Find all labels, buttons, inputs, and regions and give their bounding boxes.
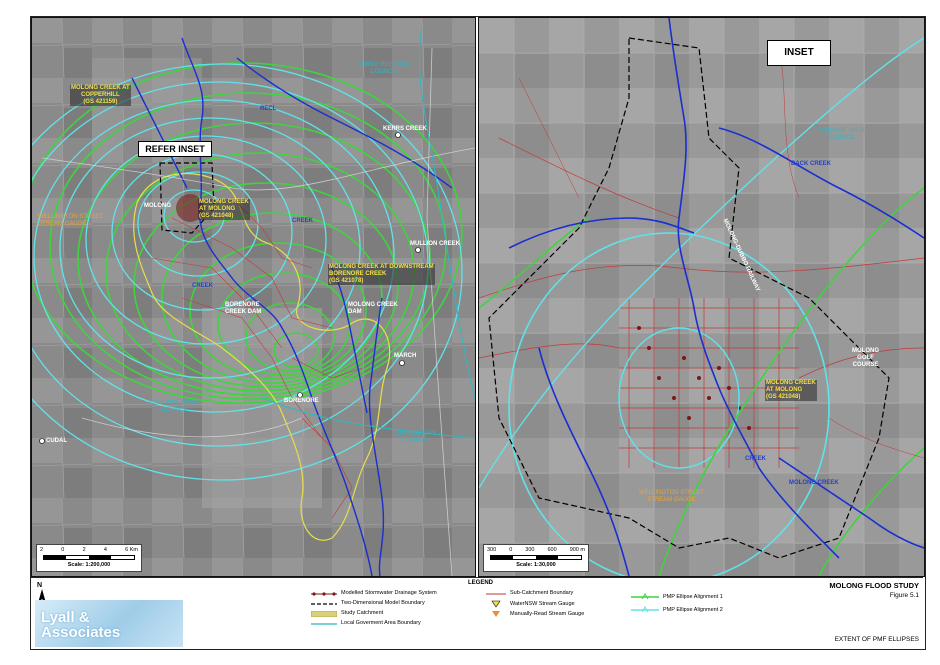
recl-label: RECL: [260, 106, 277, 112]
legend-item-pmp-1: PMP Ellipse Alignment 1: [631, 593, 723, 601]
legend-label: Study Catchment: [341, 610, 384, 616]
cabonne-council-label: CABONNE SHIRE COUNCIL: [150, 400, 200, 413]
legend-title: LEGEND: [468, 580, 494, 586]
inset-title: INSET: [767, 40, 831, 66]
legend-label: Two-Dimensional Model Boundary: [341, 600, 425, 606]
scale-ticks: 300 0 300 600 900 m: [487, 547, 585, 553]
figure-number: Figure 5.1: [889, 592, 919, 599]
cabonne-council-label-inset: CABONNE SHIRE COUNCIL: [817, 128, 867, 141]
north-label: N: [37, 582, 43, 589]
refer-inset-label[interactable]: REFER INSET: [138, 141, 212, 157]
legend-item-lga: Local Goverment Area Boundary: [311, 620, 421, 627]
scale-tick: 2: [82, 547, 86, 553]
scale-tick: 2: [40, 547, 44, 553]
scale-text: Scale: 1:30,000: [516, 562, 556, 568]
back-creek-label: BACK CREEK: [791, 161, 832, 167]
creek-label-2: CREEK: [292, 218, 314, 224]
legend-label: PMP Ellipse Alignment 2: [663, 606, 723, 613]
scale-bar: [43, 555, 135, 560]
scale-tick: 300: [525, 547, 535, 553]
orange-council-label: ORANGE CITY COUNCIL: [395, 431, 437, 444]
dubbo-council-label: DUBBO REGIONAL COUNCIL: [357, 62, 412, 75]
scale-tick: 300: [487, 547, 497, 553]
legend-panel: N Lyall & Associates LEGEND Modelled Sto…: [31, 577, 923, 649]
legend-label: Local Goverment Area Boundary: [341, 620, 421, 626]
molong-creek-dam-label: MOLONG CREEK DAM: [348, 302, 398, 315]
figure-subtitle: EXTENT OF PMF ELLIPSES: [834, 636, 919, 643]
gauge-molong-label-inset: MOLONG CREEK AT MOLONG (GS 421048): [765, 380, 817, 401]
gauge-downstream-label: MOLONG CREEK AT DOWNSTREAM BORENORE CREE…: [328, 264, 435, 285]
scale-bar: [490, 555, 582, 560]
legend-item-study-catchment: Study Catchment: [311, 610, 383, 617]
legend-label: Sub-Catchment Boundary: [510, 590, 574, 596]
legend-item-subcatchment: Sub-Catchment Boundary: [486, 590, 573, 597]
scale-tick: 4: [103, 547, 107, 553]
scale-ticks: 2 0 2 4 6 Km: [40, 547, 138, 553]
molong-creek-label-inset: MOLONG CREEK: [789, 480, 839, 486]
legend-item-2d-boundary: Two-Dimensional Model Boundary: [311, 600, 425, 607]
legend-item-manual-gauge: Manually-Read Stream Gauge: [486, 610, 584, 618]
scale-text: Scale: 1:200,000: [67, 562, 111, 568]
creek-label-inset: CREEK: [745, 456, 767, 462]
cudal-label: CUDAL: [46, 438, 67, 444]
study-title: MOLONG FLOOD STUDY: [829, 581, 919, 590]
legend-item-waternsw-gauge: WaterNSW Stream Gauge: [486, 600, 575, 608]
wellington-gauge-label-inset: WELLINGTON STREET STREAM GAUGE: [639, 490, 704, 503]
legend-item-stormwater: Modelled Stormwater Drainage System: [311, 590, 437, 597]
molong-golf-label: MOLONG GOLF COURSE: [852, 348, 879, 368]
scale-tick: 6 Km: [125, 547, 138, 553]
scale-tick: 600: [547, 547, 557, 553]
borenore-label: BORENORE: [284, 398, 319, 404]
legend-label: WaterNSW Stream Gauge: [510, 600, 575, 607]
gauge-molong-label: MOLONG CREEK AT MOLONG (GS 421048): [198, 199, 250, 220]
legend-label: PMP Ellipse Alignment 1: [663, 593, 723, 600]
title-block: MOLONG FLOOD STUDY Figure 5.1 EXTENT OF …: [779, 578, 923, 649]
legend-label: Modelled Stormwater Drainage System: [341, 590, 437, 596]
kerrs-creek-label: KERRS CREEK: [383, 126, 427, 132]
gauge-copperhill-label: MOLONG CREEK AT COPPERHILL (GS 421159): [70, 85, 131, 106]
molong-town-label: MOLONG: [144, 203, 171, 209]
march-label: MARCH: [394, 353, 417, 359]
scale-bar-left: 2 0 2 4 6 Km Scale: 1:200,000: [36, 544, 142, 572]
scale-tick: 0: [61, 547, 65, 553]
creek-label: CREEK: [192, 283, 214, 289]
scale-bar-right: 300 0 300 600 900 m Scale: 1:30,000: [483, 544, 589, 572]
wellington-gauge-label: WELLINGTON STREET STREAM GAUGE: [38, 214, 103, 227]
company-logo: Lyall & Associates: [35, 600, 183, 647]
borenore-dam-label: BORENORE CREEK DAM: [225, 302, 262, 315]
legend-label: Manually-Read Stream Gauge: [510, 610, 585, 617]
main-map[interactable]: REFER INSET DUBBO REGIONAL COUNCIL KERRS…: [31, 17, 476, 577]
inset-map[interactable]: INSET CABONNE SHIRE COUNCIL BACK CREEK M…: [478, 17, 925, 577]
legend-item-pmp-2: PMP Ellipse Alignment 2: [631, 606, 723, 614]
scale-tick: 900 m: [569, 547, 585, 553]
logo-text: Lyall & Associates: [41, 609, 121, 641]
scale-tick: 0: [509, 547, 513, 553]
mullion-creek-label: MULLION CREEK: [410, 241, 460, 247]
